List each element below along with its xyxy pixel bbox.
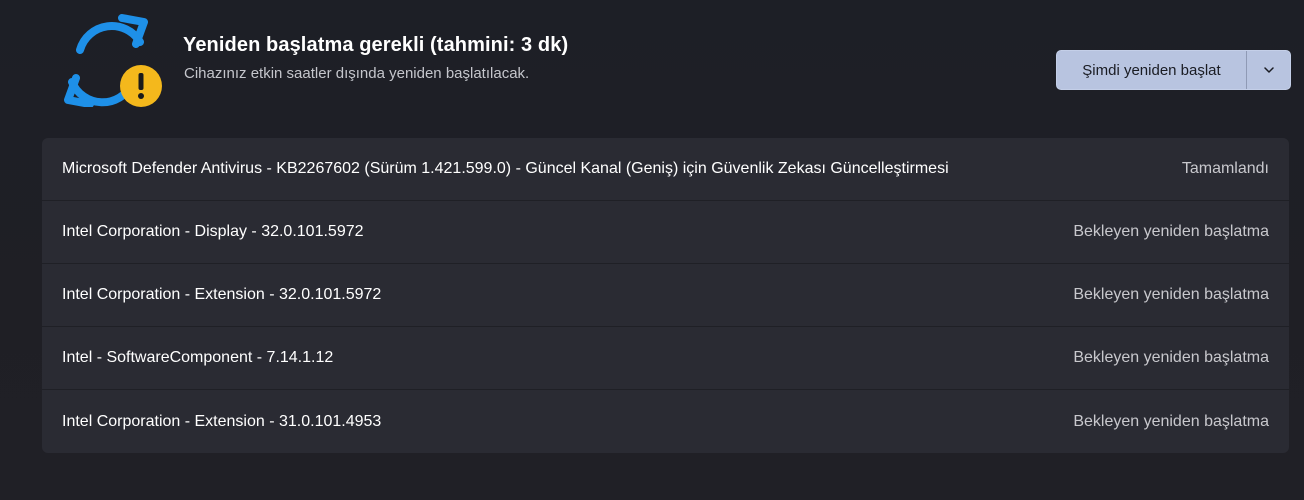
update-status: Bekleyen yeniden başlatma (1073, 286, 1269, 303)
restart-options-button[interactable] (1247, 51, 1290, 89)
update-status: Bekleyen yeniden başlatma (1073, 349, 1269, 366)
update-row: Intel - SoftwareComponent - 7.14.1.12 Be… (42, 327, 1289, 390)
update-status: Tamamlandı (1181, 160, 1269, 177)
update-status: Bekleyen yeniden başlatma (1073, 412, 1269, 430)
update-row: Microsoft Defender Antivirus - KB2267602… (42, 138, 1289, 201)
page-subtitle: Cihazınız etkin saatler dışında yeniden … (184, 65, 530, 82)
update-name: Intel Corporation - Extension - 31.0.101… (62, 412, 382, 430)
update-row: Intel Corporation - Extension - 31.0.101… (42, 390, 1289, 453)
sync-warning-icon (64, 14, 162, 107)
chevron-down-icon (1263, 67, 1274, 73)
restart-split-button: Şimdi yeniden başlat (1056, 50, 1291, 90)
update-name: Intel Corporation - Display - 32.0.101.5… (62, 223, 364, 240)
update-status: Bekleyen yeniden başlatma (1073, 223, 1269, 240)
update-name: Intel Corporation - Extension - 32.0.101… (62, 286, 382, 303)
update-row: Intel Corporation - Extension - 32.0.101… (42, 264, 1289, 327)
update-name: Intel - SoftwareComponent - 7.14.1.12 (62, 349, 334, 366)
update-header: Yeniden başlatma gerekli (tahmini: 3 dk)… (0, 0, 1304, 120)
update-name: Microsoft Defender Antivirus - KB2267602… (62, 160, 949, 177)
restart-now-button[interactable]: Şimdi yeniden başlat (1057, 51, 1246, 89)
update-list: Microsoft Defender Antivirus - KB2267602… (42, 138, 1289, 453)
update-row: Intel Corporation - Display - 32.0.101.5… (42, 201, 1289, 264)
page-title: Yeniden başlatma gerekli (tahmini: 3 dk) (183, 34, 569, 56)
